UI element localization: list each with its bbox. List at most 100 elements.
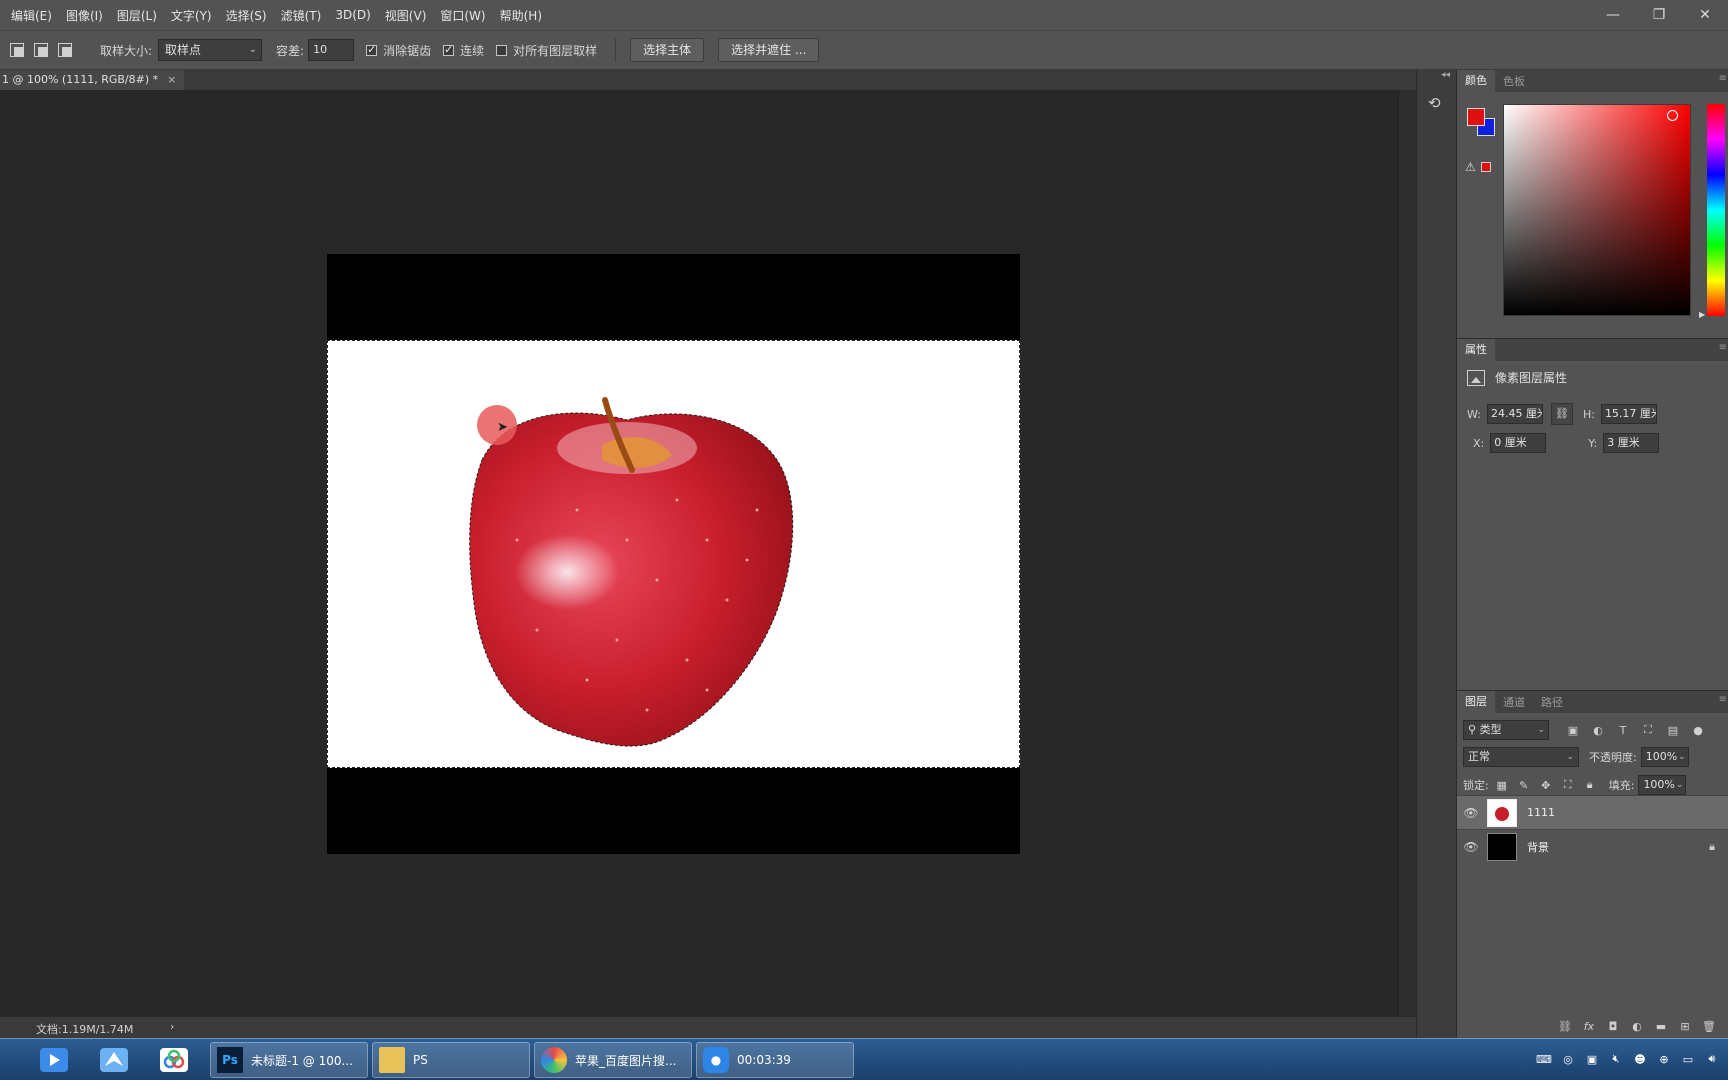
gamut-warning-icon[interactable]: ⚠ (1465, 160, 1476, 174)
gpu-icon[interactable]: ▣ (1582, 1049, 1602, 1069)
volume-mute-icon[interactable]: 🔇︎ (1606, 1049, 1626, 1069)
layer-image-1111[interactable]: ➤ (327, 340, 1020, 768)
select-and-mask-button[interactable]: 选择并遮住 ... (718, 38, 820, 62)
keyboard-icon[interactable]: ⌨ (1534, 1049, 1554, 1069)
document-canvas[interactable]: ➤ (327, 254, 1020, 854)
filter-toggle-icon[interactable]: ● (1688, 724, 1708, 737)
blend-mode-select[interactable]: 正常 ⌄ (1463, 747, 1579, 767)
width-field[interactable]: 24.45 厘米 (1486, 404, 1543, 424)
tab-paths[interactable]: 路径 (1533, 694, 1571, 710)
link-layers-icon[interactable]: ⛓ (1553, 1020, 1577, 1033)
display-icon[interactable]: ▭ (1678, 1049, 1698, 1069)
menu-3d[interactable]: 3D(D) (328, 8, 377, 22)
restore-button[interactable]: ❐ (1636, 0, 1682, 30)
menu-layer[interactable]: 图层(L) (110, 7, 164, 24)
hue-slider[interactable] (1707, 104, 1725, 316)
y-field[interactable]: 3 厘米 (1603, 433, 1660, 453)
hue-pointer-icon[interactable]: ▶ (1699, 310, 1705, 319)
trash-icon[interactable]: 🗑︎ (1697, 1020, 1721, 1033)
panel-menu-icon[interactable]: ≡ (1719, 342, 1727, 353)
history-icon[interactable]: ⟲ (1428, 94, 1446, 112)
gamut-color-swatch[interactable] (1481, 162, 1491, 172)
add-mask-icon[interactable]: ◘ (1601, 1020, 1625, 1033)
panel-menu-icon[interactable]: ≡ (1719, 73, 1727, 84)
subtract-selection-icon[interactable] (58, 43, 72, 57)
tab-swatches[interactable]: 色板 (1495, 73, 1533, 89)
menu-window[interactable]: 窗口(W) (433, 7, 492, 24)
layer-filter-select[interactable]: ⚲ 类型 ⌄ (1463, 720, 1549, 740)
antialias-checkbox[interactable]: 消除锯齿 (366, 42, 431, 59)
menu-view[interactable]: 视图(V) (378, 7, 434, 24)
h-label: H: (1582, 407, 1595, 421)
layer-row[interactable]: 👁︎ 1111 (1457, 795, 1728, 829)
smart-object-filter-icon[interactable]: ▤ (1663, 724, 1683, 737)
eye-icon[interactable]: 👁︎ (1457, 840, 1485, 854)
tab-channels[interactable]: 通道 (1495, 694, 1533, 710)
color-saturation-field[interactable] (1503, 104, 1691, 316)
add-icon[interactable]: ⊕ (1654, 1049, 1674, 1069)
sample-all-layers-checkbox[interactable]: 对所有图层取样 (496, 42, 597, 59)
type-filter-icon[interactable]: T (1613, 724, 1633, 737)
height-field[interactable]: 15.17 厘米 (1600, 404, 1657, 424)
vertical-scrollbar[interactable] (1398, 90, 1416, 1020)
select-subject-button[interactable]: 选择主体 (630, 38, 705, 62)
network-icon[interactable]: ◎ (1558, 1049, 1578, 1069)
menu-help[interactable]: 帮助(H) (493, 7, 549, 24)
shape-filter-icon[interactable]: ⛶ (1638, 723, 1658, 737)
task-photoshop[interactable]: Ps 未标题-1 @ 100... (210, 1042, 368, 1078)
opacity-input[interactable]: 100% ⌄ (1640, 747, 1689, 767)
menu-select[interactable]: 选择(S) (219, 7, 274, 24)
task-folder[interactable]: PS (372, 1042, 530, 1078)
fx-icon[interactable]: fx (1577, 1020, 1601, 1033)
qq-icon[interactable]: ☻ (1630, 1049, 1650, 1069)
opacity-label: 不透明度: (1589, 751, 1637, 764)
close-button[interactable]: ✕ (1682, 0, 1728, 30)
status-menu-arrow-icon[interactable]: › (170, 1020, 174, 1033)
speaker-icon[interactable]: 🔊︎ (1702, 1049, 1722, 1069)
cloud-drive-icon[interactable] (156, 1044, 192, 1076)
link-icon[interactable]: ⛓ (1550, 403, 1573, 425)
menu-filter[interactable]: 滤镜(T) (274, 7, 329, 24)
eye-icon[interactable]: 👁︎ (1457, 806, 1485, 820)
foreground-color-swatch[interactable] (1467, 108, 1485, 126)
new-selection-icon[interactable] (10, 43, 24, 57)
tab-color[interactable]: 颜色 (1457, 70, 1495, 92)
menu-edit[interactable]: 编辑(E) (4, 7, 59, 24)
document-size: 文档:1.19M/1.74M (36, 1023, 134, 1036)
layer-name[interactable]: 背景 (1527, 839, 1549, 855)
contiguous-checkbox[interactable]: 连续 (443, 42, 484, 59)
new-layer-icon[interactable]: ⊞ (1673, 1020, 1697, 1033)
layer-name[interactable]: 1111 (1527, 806, 1555, 819)
options-bar: 取样大小: 取样点 ⌄ 容差: 10 消除锯齿 连续 对所有图层取样 选择主体 … (0, 30, 1728, 70)
task-browser[interactable]: 苹果_百度图片搜... (534, 1042, 692, 1078)
menu-image[interactable]: 图像(I) (59, 7, 110, 24)
layer-row[interactable]: 👁︎ 背景 🔒︎ (1457, 829, 1728, 863)
close-icon[interactable]: × (167, 70, 176, 90)
adjustment-filter-icon[interactable]: ◐ (1588, 724, 1608, 737)
new-group-icon[interactable]: ▬ (1649, 1020, 1673, 1033)
tolerance-input[interactable]: 10 (308, 39, 355, 61)
collapse-panels-icon[interactable]: ◂◂ (1441, 70, 1450, 80)
task-recorder[interactable]: ● 00:03:39 (696, 1042, 854, 1078)
fill-input[interactable]: 100% ⌄ (1638, 775, 1687, 795)
bird-app-icon[interactable] (96, 1044, 132, 1076)
lock-pixels-icon[interactable]: ✎ (1515, 779, 1533, 792)
lock-transparent-icon[interactable]: ▦ (1493, 779, 1511, 792)
document-tab[interactable]: 1 @ 100% (1111, RGB/8#) * × (0, 70, 185, 90)
color-picker-ring[interactable] (1667, 110, 1678, 121)
panel-menu-icon[interactable]: ≡ (1719, 694, 1727, 705)
menu-type[interactable]: 文字(Y) (164, 7, 219, 24)
canvas-workspace[interactable]: ➤ (0, 90, 1398, 1020)
tab-layers[interactable]: 图层 (1457, 691, 1495, 713)
sample-size-select[interactable]: 取样点 ⌄ (158, 39, 263, 61)
adjustment-layer-icon[interactable]: ◐ (1625, 1020, 1649, 1033)
lock-position-icon[interactable]: ✥ (1537, 779, 1555, 792)
image-filter-icon[interactable]: ▣ (1563, 724, 1583, 737)
lock-all-icon[interactable]: 🔒︎ (1581, 778, 1599, 792)
lock-artboard-icon[interactable]: ⛶ (1559, 778, 1577, 792)
tab-properties[interactable]: 属性 (1457, 339, 1495, 361)
x-field[interactable]: 0 厘米 (1490, 433, 1547, 453)
minimize-button[interactable]: — (1590, 0, 1636, 30)
video-player-icon[interactable] (36, 1044, 72, 1076)
add-selection-icon[interactable] (34, 43, 48, 57)
